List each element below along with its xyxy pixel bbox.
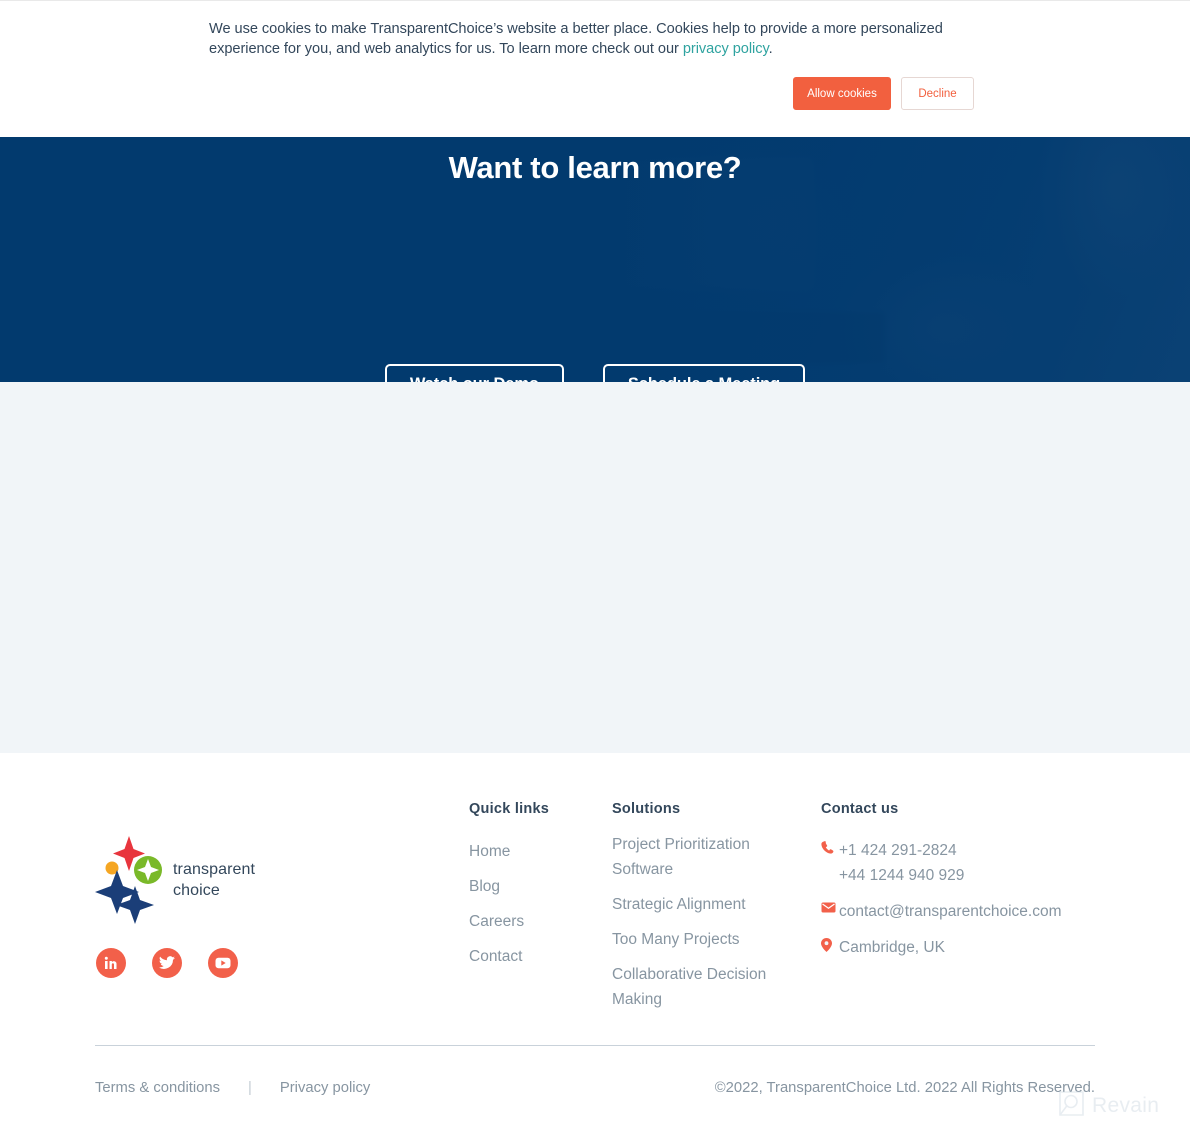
- contact-heading: Contact us: [821, 801, 899, 817]
- linkedin-icon[interactable]: [96, 948, 126, 978]
- contact-phone-primary: +1 424 291-2824: [839, 842, 957, 859]
- contact-phone-row: +1 424 291-2824 +44 1244 940 929: [821, 838, 1111, 888]
- cta-title: Want to learn more?: [448, 150, 742, 185]
- copyright-text: ©2022, TransparentChoice Ltd. 2022 All R…: [714, 1080, 1095, 1096]
- legal-separator: |: [248, 1080, 252, 1096]
- quick-link-careers[interactable]: Careers: [469, 909, 599, 934]
- transparentchoice-logo-icon: [95, 834, 167, 924]
- contact-phone-values[interactable]: +1 424 291-2824 +44 1244 940 929: [839, 838, 964, 888]
- privacy-policy-link[interactable]: privacy policy: [683, 41, 769, 57]
- site-footer: transparent choice Quick links Home Blog…: [0, 382, 1190, 1117]
- logo-line-1: transparent: [173, 861, 256, 878]
- contact-email[interactable]: contact@transparentchoice.com: [839, 899, 1062, 924]
- cookie-text-part1: We use cookies to make TransparentChoice…: [209, 21, 943, 57]
- contact-location-row: Cambridge, UK: [821, 935, 1111, 960]
- envelope-icon: [821, 902, 839, 913]
- quick-links-heading: Quick links: [469, 801, 550, 817]
- quick-link-home[interactable]: Home: [469, 839, 599, 864]
- phone-icon: [821, 841, 839, 854]
- cta-content: Want to learn more? Watch our Demo Sched…: [0, 137, 1190, 382]
- privacy-policy-footer-link[interactable]: Privacy policy: [280, 1080, 370, 1096]
- footer-legal-links: Terms & conditions | Privacy policy: [95, 1080, 370, 1096]
- solutions-link-strategic-alignment[interactable]: Strategic Alignment: [612, 892, 792, 917]
- solutions-list: Project Prioritization Software Strategi…: [612, 832, 792, 1022]
- logo-line-2: choice: [173, 882, 220, 899]
- quick-link-contact[interactable]: Contact: [469, 944, 599, 969]
- decline-cookies-button[interactable]: Decline: [901, 77, 974, 110]
- solutions-heading: Solutions: [612, 801, 681, 817]
- schedule-meeting-button[interactable]: Schedule a Meeting: [602, 364, 806, 382]
- terms-and-conditions-link[interactable]: Terms & conditions: [95, 1080, 220, 1096]
- quick-link-blog[interactable]: Blog: [469, 874, 599, 899]
- cookie-banner-actions: Allow cookies Decline: [793, 77, 974, 110]
- contact-location: Cambridge, UK: [839, 939, 945, 956]
- cookie-text-part2: .: [768, 40, 773, 57]
- contact-phone-secondary: +44 1244 940 929: [839, 867, 965, 884]
- cta-buttons: Watch our Demo Schedule a Meeting: [0, 364, 1190, 382]
- contact-details: +1 424 291-2824 +44 1244 940 929 contact…: [821, 838, 1111, 971]
- youtube-icon[interactable]: [208, 948, 238, 978]
- revain-watermark-label: Revain: [1092, 1094, 1160, 1117]
- watch-demo-button[interactable]: Watch our Demo: [384, 364, 564, 382]
- cookie-consent-banner: We use cookies to make TransparentChoice…: [0, 0, 1190, 137]
- revain-logo-icon: [1058, 1090, 1085, 1122]
- solutions-link-too-many-projects[interactable]: Too Many Projects: [612, 927, 792, 952]
- location-pin-icon: [821, 938, 839, 952]
- footer-divider: [95, 1045, 1095, 1046]
- footer-logo-text: transparent choice: [173, 859, 255, 901]
- revain-watermark: Revain: [1058, 1090, 1159, 1122]
- cookie-consent-text: We use cookies to make TransparentChoice…: [209, 20, 979, 59]
- contact-email-row: contact@transparentchoice.com: [821, 899, 1111, 924]
- solutions-link-collaborative-decision-making[interactable]: Collaborative Decision Making: [612, 962, 792, 1012]
- cta-section: Want to learn more? Watch our Demo Sched…: [0, 137, 1190, 382]
- twitter-icon[interactable]: [152, 948, 182, 978]
- quick-links-list: Home Blog Careers Contact: [469, 839, 599, 979]
- allow-cookies-button[interactable]: Allow cookies: [793, 77, 891, 110]
- solutions-link-project-prioritization-software[interactable]: Project Prioritization Software: [612, 832, 792, 882]
- social-links: [96, 948, 238, 978]
